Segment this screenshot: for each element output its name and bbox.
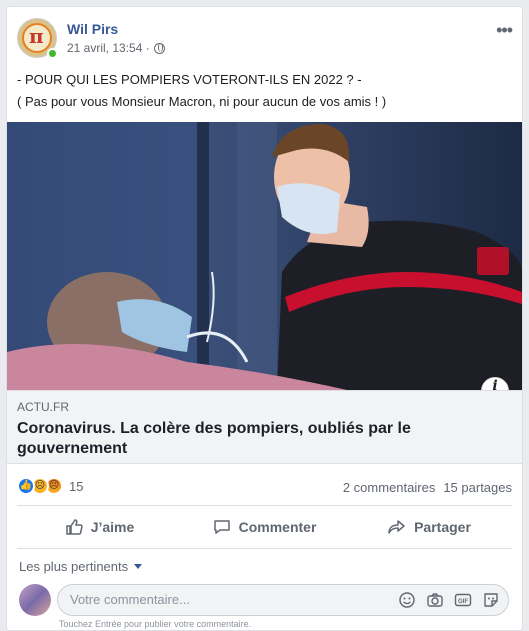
globe-icon[interactable] bbox=[153, 42, 165, 54]
author-name[interactable]: Wil Pirs bbox=[67, 21, 118, 37]
comment-button[interactable]: Commenter bbox=[182, 506, 347, 548]
shares-count[interactable]: 15 partages bbox=[443, 480, 512, 495]
more-options-icon[interactable]: ••• bbox=[496, 20, 513, 41]
online-status-dot bbox=[47, 48, 58, 59]
comment-input[interactable] bbox=[70, 592, 370, 607]
gif-icon[interactable]: GIF bbox=[454, 591, 472, 609]
chevron-down-icon bbox=[134, 564, 143, 569]
link-preview[interactable]: ACTU.FR Coronavirus. La colère des pompi… bbox=[7, 390, 522, 464]
comment-hint: Touchez Entrée pour publier votre commen… bbox=[59, 619, 252, 629]
like-button[interactable]: J’aime bbox=[17, 506, 182, 548]
post-text-line-1: - POUR QUI LES POMPIERS VOTERONT-ILS EN … bbox=[17, 72, 362, 87]
engagement-counts: 2 commentaires 15 partages bbox=[343, 480, 512, 495]
link-preview-image[interactable] bbox=[7, 122, 522, 390]
svg-text:GIF: GIF bbox=[458, 599, 468, 605]
post-card: π Wil Pirs 21 avril, 13:54 · ••• - POUR … bbox=[6, 6, 523, 631]
sticker-icon[interactable] bbox=[482, 591, 500, 609]
comment-filter-label: Les plus pertinents bbox=[19, 559, 129, 574]
comment-filter-dropdown[interactable]: Les plus pertinents bbox=[19, 559, 143, 574]
reactions-summary[interactable]: 👍 ☹ ☹ 15 bbox=[17, 477, 83, 495]
comment-icon bbox=[213, 520, 230, 534]
post-text-line-2: ( Pas pour vous Monsieur Macron, ni pour… bbox=[17, 94, 387, 109]
like-icon: 👍 bbox=[17, 477, 35, 495]
share-icon bbox=[388, 520, 405, 534]
comment-label: Commenter bbox=[238, 519, 317, 535]
viewer-avatar[interactable] bbox=[19, 584, 51, 616]
comment-box[interactable]: GIF bbox=[57, 584, 509, 616]
link-title[interactable]: Coronavirus. La colère des pompiers, oub… bbox=[17, 419, 512, 459]
post-stats: 👍 ☹ ☹ 15 2 commentaires 15 partages bbox=[17, 475, 512, 499]
link-domain: ACTU.FR bbox=[17, 400, 69, 414]
post-meta: 21 avril, 13:54 · bbox=[67, 41, 165, 55]
camera-icon[interactable] bbox=[426, 591, 444, 609]
avatar-logo: π bbox=[29, 24, 44, 48]
thumbs-up-icon bbox=[65, 519, 83, 535]
action-bar: J’aime Commenter Partager bbox=[17, 505, 512, 549]
like-label: J’aime bbox=[90, 519, 135, 535]
comments-count[interactable]: 2 commentaires bbox=[343, 480, 435, 495]
emoji-icon[interactable] bbox=[398, 591, 416, 609]
share-label: Partager bbox=[414, 519, 471, 535]
post-timestamp[interactable]: 21 avril, 13:54 · bbox=[67, 41, 150, 55]
share-button[interactable]: Partager bbox=[347, 506, 512, 548]
reaction-count: 15 bbox=[69, 478, 84, 494]
firefighter-photo bbox=[7, 122, 522, 390]
comment-tools: GIF bbox=[398, 591, 500, 609]
post-header: π Wil Pirs 21 avril, 13:54 · ••• bbox=[17, 16, 513, 62]
post-text: - POUR QUI LES POMPIERS VOTERONT-ILS EN … bbox=[17, 69, 512, 113]
